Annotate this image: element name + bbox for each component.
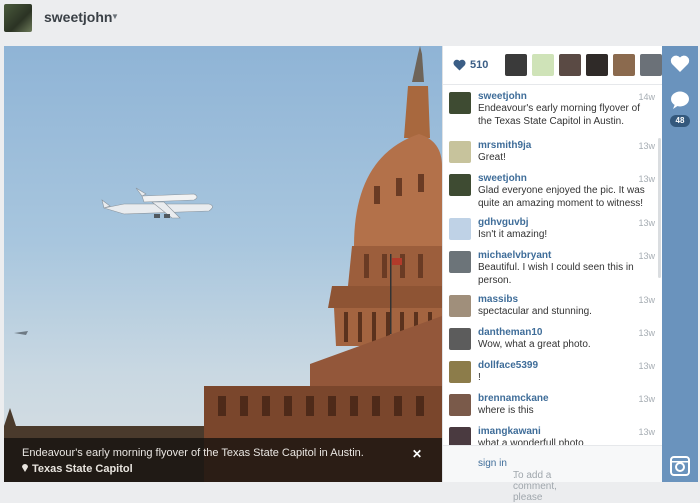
- liker-avatar[interactable]: [532, 54, 554, 76]
- photo-illustration: [4, 46, 442, 482]
- comment-text: Endeavour's early morning flyover of the…: [478, 103, 640, 127]
- commenter-avatar[interactable]: [449, 394, 471, 416]
- like-heart-icon[interactable]: [670, 55, 690, 75]
- comment-item: gdhvguvbj 13w Isn't it amazing!: [443, 216, 657, 249]
- comment-text: where is this: [478, 405, 534, 416]
- photo[interactable]: Endeavour's early morning flyover of the…: [4, 46, 442, 482]
- comment-count-badge: 48: [670, 115, 690, 127]
- liker-avatar[interactable]: [505, 54, 527, 76]
- comment-timestamp: 14w: [638, 92, 655, 102]
- comment-item: michaelvbryant 13w Beautiful. I wish I cou…: [443, 249, 657, 293]
- comment-timestamp: 13w: [638, 174, 655, 184]
- scrollbar[interactable]: [658, 138, 661, 278]
- sign-in-link[interactable]: sign in: [478, 458, 507, 469]
- comment-bubble-icon[interactable]: [670, 90, 690, 110]
- close-icon[interactable]: ✕: [412, 447, 422, 461]
- comment-timestamp: 13w: [638, 251, 655, 261]
- likes-count: 510: [470, 59, 489, 71]
- avatar[interactable]: [4, 4, 32, 32]
- commenter-username[interactable]: gdhvguvbj: [478, 217, 529, 228]
- comment-item: brennamckane 13w where is this: [443, 392, 657, 425]
- commenter-avatar[interactable]: [449, 328, 471, 350]
- photo-caption: Endeavour's early morning flyover of the…: [22, 447, 364, 459]
- comment-timestamp: 13w: [638, 361, 655, 371]
- commenter-username[interactable]: dollface5399: [478, 360, 538, 371]
- commenter-avatar[interactable]: [449, 174, 471, 196]
- commenter-avatar[interactable]: [449, 295, 471, 317]
- comment-timestamp: 13w: [638, 295, 655, 305]
- location-label[interactable]: Texas State Capitol: [32, 463, 133, 475]
- commenter-avatar[interactable]: [449, 141, 471, 163]
- location-pin-icon: [22, 464, 28, 472]
- comment-item: dantheman10 13w Wow, what a great photo.: [443, 326, 657, 359]
- heart-icon[interactable]: [453, 58, 466, 76]
- comment-text: Isn't it amazing!: [478, 229, 548, 240]
- comment-text: Great!: [478, 152, 506, 163]
- comment-item: mrsmith9ja 13w Great!: [443, 139, 657, 172]
- liker-avatar[interactable]: [559, 54, 581, 76]
- username[interactable]: sweetjohn: [44, 9, 112, 25]
- comment-item: massibs 13w spectacular and stunning.: [443, 293, 657, 326]
- add-comment-area: To add a comment, please sign in.: [443, 445, 663, 503]
- instagram-icon[interactable]: [670, 456, 690, 476]
- commenter-avatar[interactable]: [449, 218, 471, 240]
- liker-avatar[interactable]: [640, 54, 662, 76]
- commenter-avatar[interactable]: [449, 92, 471, 114]
- commenter-username[interactable]: mrsmith9ja: [478, 140, 531, 151]
- comment-text: Glad everyone enjoyed the pic. It was qu…: [478, 185, 645, 209]
- liker-avatar[interactable]: [586, 54, 608, 76]
- comment-item: sweetjohn 14w Endeavour's early morning fl…: [443, 90, 657, 139]
- caption-bar: Endeavour's early morning flyover of the…: [4, 438, 442, 482]
- comment-text: Wow, what a great photo.: [478, 339, 591, 350]
- commenter-username[interactable]: michaelvbryant: [478, 250, 551, 261]
- comment-timestamp: 13w: [638, 394, 655, 404]
- comment-text: !: [478, 372, 481, 383]
- comment-text: Beautiful. I wish I could seen this in p…: [478, 262, 634, 286]
- commenter-username[interactable]: dantheman10: [478, 327, 542, 338]
- comment-timestamp: 13w: [638, 141, 655, 151]
- comment-item: dollface5399 13w!: [443, 359, 657, 392]
- chevron-down-icon[interactable]: ▼: [111, 12, 119, 21]
- header: sweetjohn ▼: [0, 0, 700, 44]
- comment-list[interactable]: sweetjohn 14w Endeavour's early morning fl…: [443, 86, 657, 452]
- commenter-avatar[interactable]: [449, 361, 471, 383]
- commenter-avatar[interactable]: [449, 251, 471, 273]
- likes-bar: 510: [443, 46, 663, 85]
- comment-timestamp: 13w: [638, 427, 655, 437]
- location-link[interactable]: Texas State Capitol: [22, 463, 133, 475]
- commenter-username[interactable]: massibs: [478, 294, 518, 305]
- comment-timestamp: 13w: [638, 218, 655, 228]
- comment-timestamp: 13w: [638, 328, 655, 338]
- commenter-username[interactable]: sweetjohn: [478, 91, 527, 102]
- commenter-username[interactable]: brennamckane: [478, 393, 549, 404]
- comments-panel: 510 sweetjohn 14w Endeavour's early mornin…: [442, 46, 663, 503]
- comment-text: spectacular and stunning.: [478, 306, 592, 317]
- liker-avatar[interactable]: [613, 54, 635, 76]
- actions-column: 48: [662, 46, 698, 482]
- commenter-username[interactable]: sweetjohn: [478, 173, 527, 184]
- add-comment-prompt: To add a comment, please sign in.: [478, 458, 557, 503]
- comment-item: sweetjohn 13w Glad everyone enjoyed the pi…: [443, 172, 657, 216]
- commenter-username[interactable]: imangkawani: [478, 426, 541, 437]
